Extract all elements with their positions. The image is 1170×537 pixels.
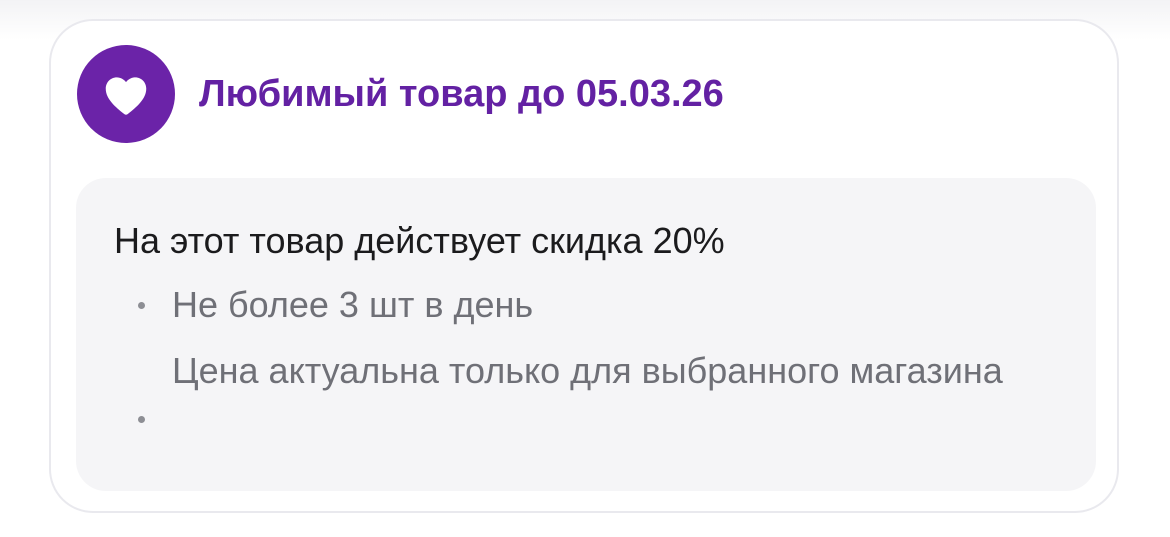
discount-headline: На этот товар действует скидка 20% (114, 220, 725, 261)
heart-icon (105, 77, 147, 115)
conditions-list: Не более 3 шт в день Цена актуальна толь… (114, 282, 1058, 423)
bullet-dot (138, 302, 145, 309)
offer-details-panel: На этот товар действует скидка 20% Не бо… (76, 178, 1096, 491)
offer-title: Любимый товар до 05.03.26 (199, 72, 724, 115)
favorite-badge (77, 45, 175, 143)
condition-item: Цена актуальна только для выбранного маг… (114, 348, 1058, 423)
condition-text: Не более 3 шт в день (172, 284, 534, 325)
favorite-offer-card: Любимый товар до 05.03.26 На этот товар … (49, 19, 1119, 513)
condition-text: Цена актуальна только для выбранного маг… (172, 350, 1003, 391)
bullet-dot (138, 416, 145, 423)
condition-item: Не более 3 шт в день (114, 282, 1058, 328)
offer-header: Любимый товар до 05.03.26 (77, 45, 724, 143)
